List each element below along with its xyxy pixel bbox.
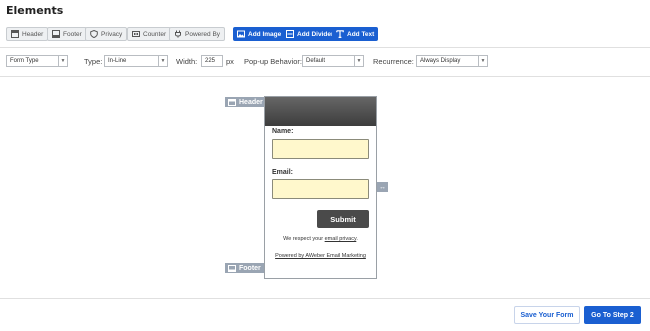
shield-icon [90, 30, 98, 38]
header-element-label: Header [22, 30, 44, 38]
popup-behavior-value: Default [306, 58, 326, 64]
chevron-down-icon: ▼ [354, 56, 363, 66]
width-unit: px [226, 57, 234, 66]
type-label: Type: [84, 57, 103, 66]
footer-section-tag[interactable]: Footer [225, 263, 264, 273]
header-icon [228, 98, 236, 106]
powered-by-element-button[interactable]: Powered By [169, 27, 226, 41]
popup-behavior-select[interactable]: Default ▼ [302, 55, 364, 67]
add-divider-button[interactable]: Add Divider [282, 27, 338, 41]
width-input[interactable]: 225 [201, 55, 223, 67]
email-privacy-link[interactable]: email privacy [325, 236, 357, 242]
go-to-step-2-button[interactable]: Go To Step 2 [584, 306, 641, 324]
popup-behavior-label: Pop-up Behavior: [244, 57, 302, 66]
recurrence-label: Recurrence: [373, 57, 414, 66]
submit-button[interactable]: Submit [317, 210, 369, 228]
counter-icon [132, 31, 140, 37]
header-icon [11, 30, 19, 38]
chevron-down-icon: ▼ [58, 56, 67, 66]
divider [0, 298, 650, 299]
recurrence-value: Always Display [420, 58, 461, 64]
privacy-text: We respect your email privacy. [265, 236, 376, 242]
image-icon [237, 30, 245, 38]
chevron-down-icon: ▼ [158, 56, 167, 66]
footer-icon [228, 264, 236, 272]
privacy-element-button[interactable]: Privacy [85, 27, 128, 41]
form-type-select[interactable]: Form Type ▼ [6, 55, 68, 67]
privacy-prefix: We respect your [283, 236, 325, 242]
divider [0, 47, 650, 48]
form-preview: Name: Email: Submit We respect your emai… [264, 96, 377, 279]
plug-icon [175, 30, 181, 38]
width-label: Width: [176, 57, 198, 66]
recurrence-select[interactable]: Always Display ▼ [416, 55, 488, 67]
type-select[interactable]: In-Line ▼ [104, 55, 168, 67]
counter-element-label: Counter [143, 30, 167, 38]
email-field[interactable] [272, 179, 369, 199]
divider-icon [286, 30, 294, 38]
name-label: Name: [272, 128, 294, 135]
add-text-button[interactable]: Add Text [332, 27, 379, 41]
page-title: Elements [6, 4, 64, 17]
privacy-suffix: . [356, 236, 358, 242]
email-label: Email: [272, 169, 294, 176]
footer-tag-label: Footer [239, 264, 261, 272]
save-form-button[interactable]: Save Your Form [514, 306, 580, 324]
form-header[interactable] [265, 97, 376, 126]
powered-by-element-label: Powered By [185, 30, 221, 38]
add-text-label: Add Text [347, 30, 375, 38]
counter-element-button[interactable]: Counter [127, 27, 172, 41]
add-image-label: Add Image [248, 30, 282, 38]
powered-by-link[interactable]: Powered by AWeber Email Marketing [265, 252, 376, 260]
divider [0, 76, 650, 77]
resize-handle-icon[interactable]: ↔ [377, 182, 388, 192]
name-field[interactable] [272, 139, 369, 159]
text-icon [336, 30, 344, 38]
add-divider-label: Add Divider [297, 30, 334, 38]
footer-element-label: Footer [63, 30, 82, 38]
chevron-down-icon: ▼ [478, 56, 487, 66]
header-tag-label: Header [239, 98, 263, 106]
form-type-value: Form Type [10, 58, 39, 64]
add-image-button[interactable]: Add Image [233, 27, 286, 41]
privacy-element-label: Privacy [101, 30, 123, 38]
footer-icon [52, 30, 60, 38]
type-value: In-Line [108, 58, 127, 64]
header-element-button[interactable]: Header [6, 27, 49, 41]
footer-element-button[interactable]: Footer [47, 27, 87, 41]
header-section-tag[interactable]: Header [225, 97, 266, 107]
